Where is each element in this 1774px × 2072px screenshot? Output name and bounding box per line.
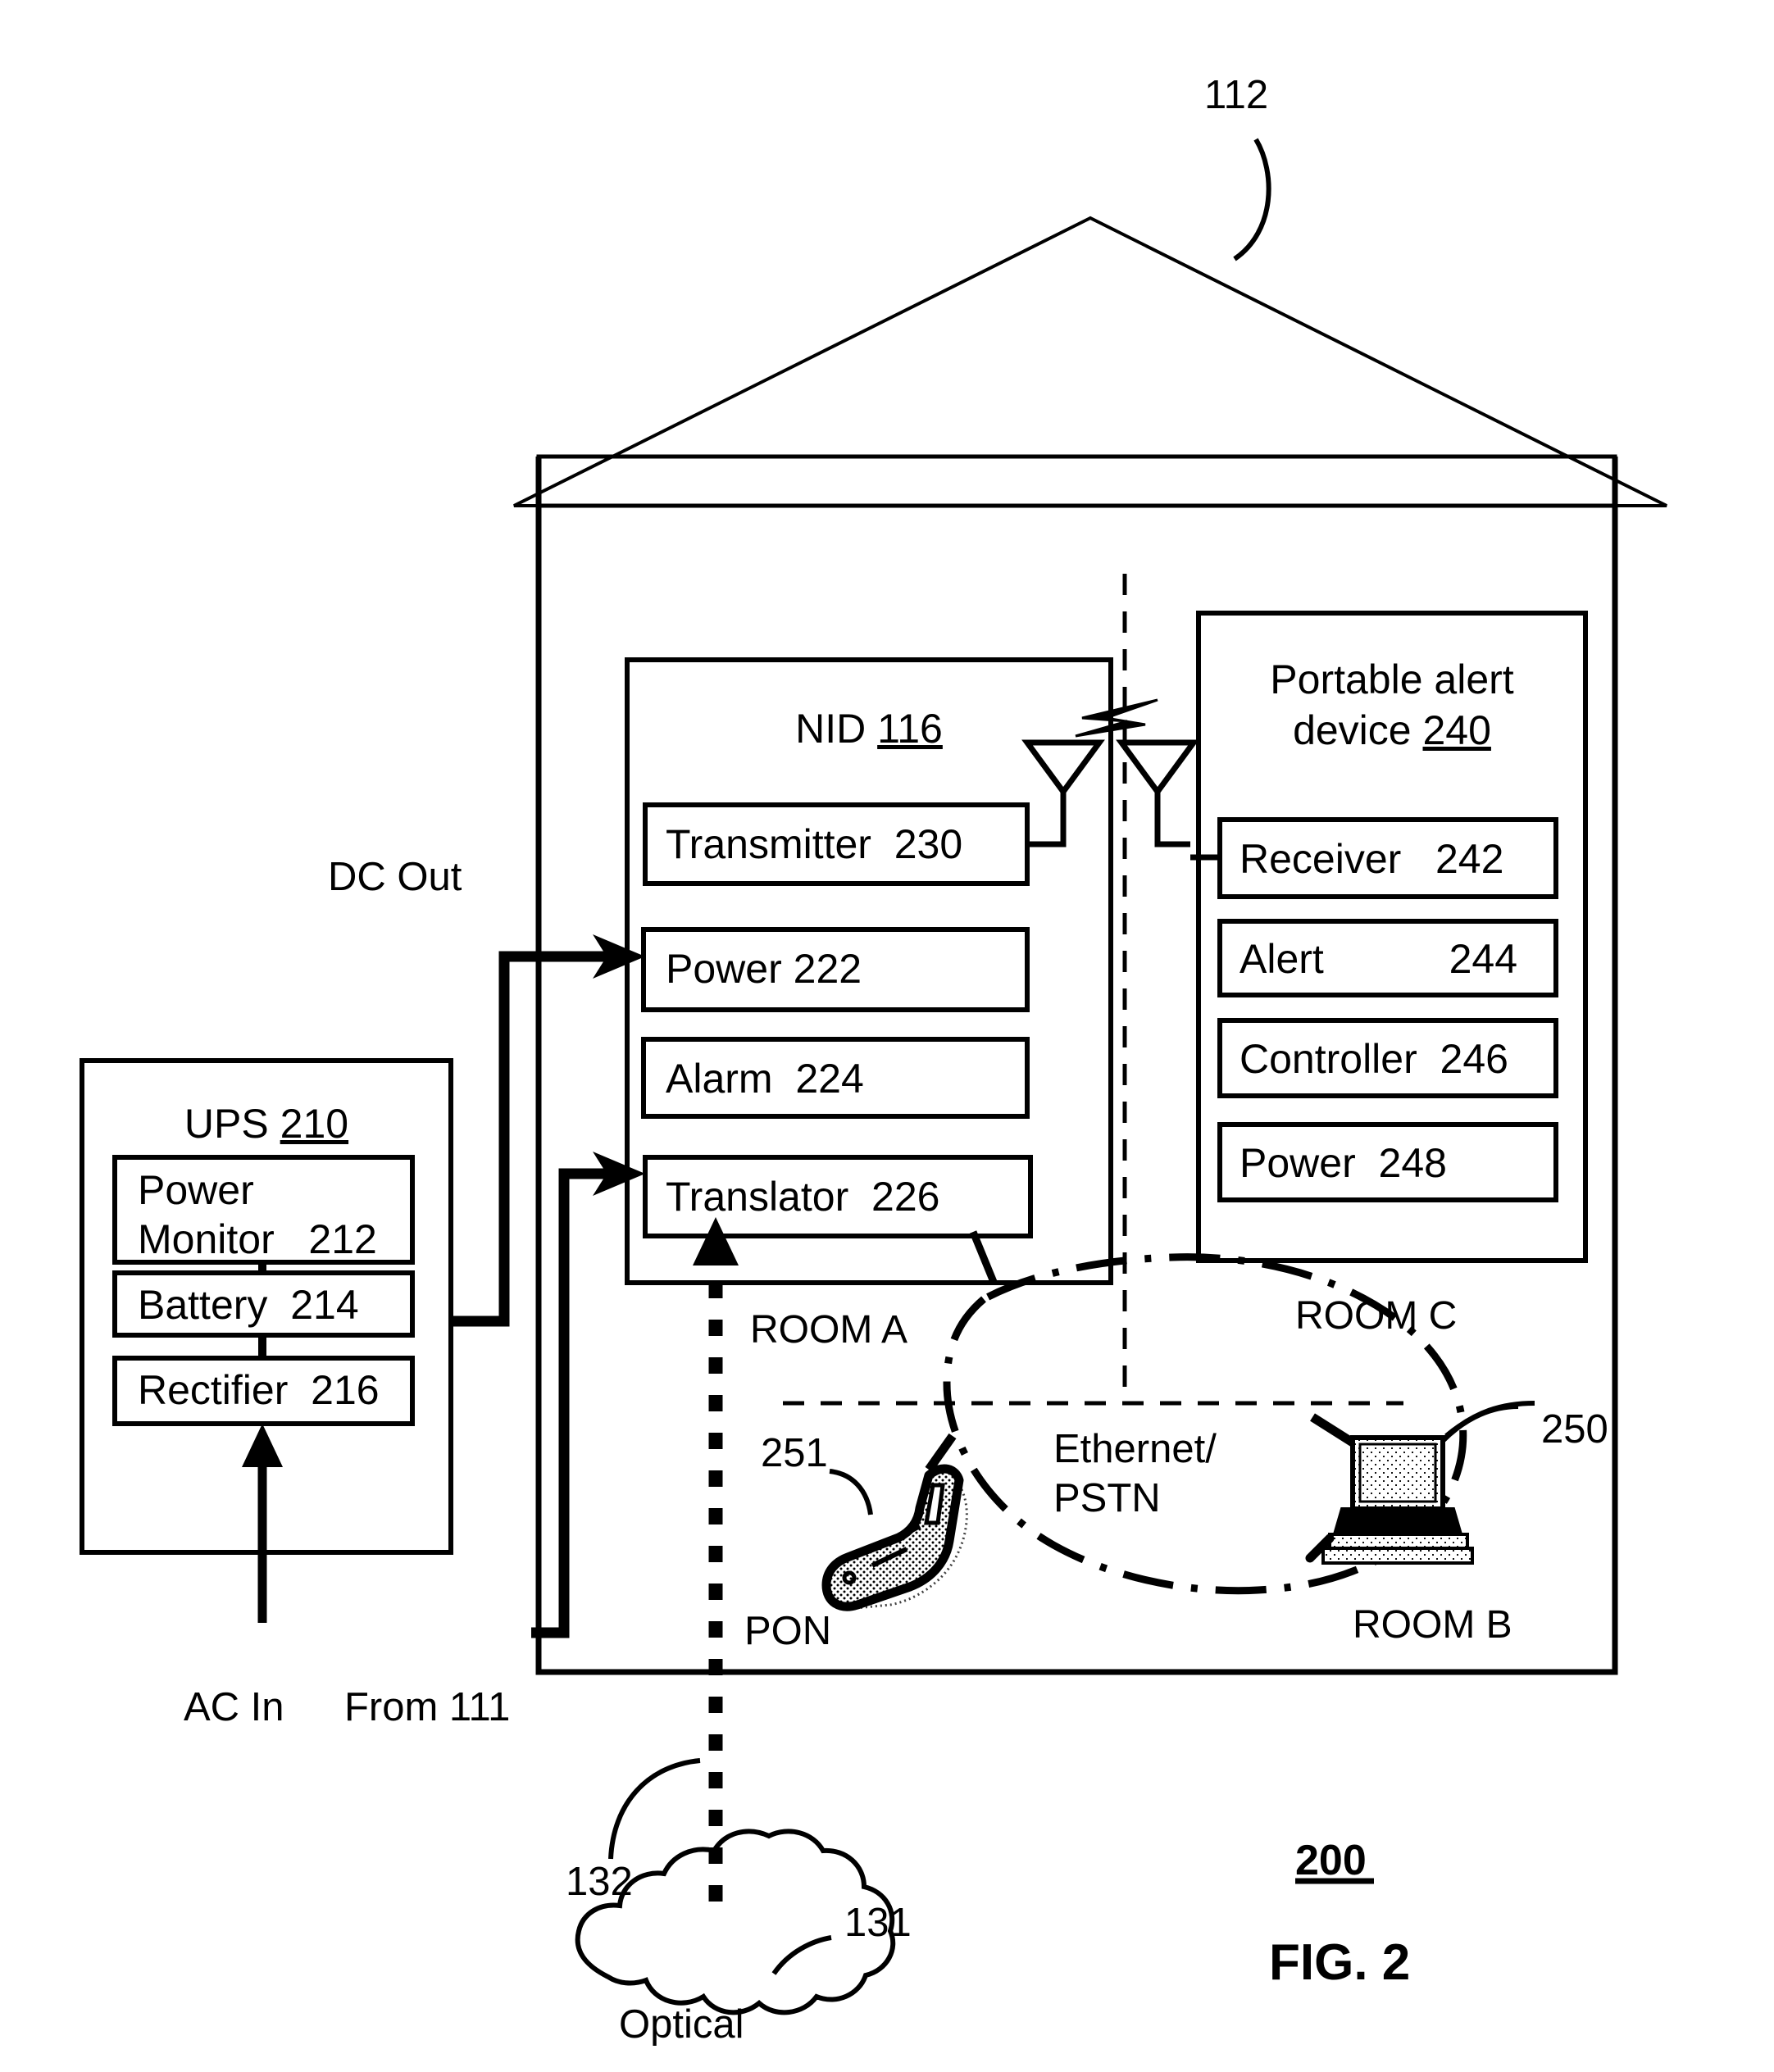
nid-block-power: Power 222 — [666, 945, 862, 993]
nid-block-translator-label: Translator — [666, 1174, 849, 1220]
ref-250: 250 — [1541, 1407, 1608, 1452]
ups-title-label: UPS — [184, 1101, 269, 1147]
ups-title-ref: 210 — [280, 1101, 349, 1147]
portable-block-power-ref: 248 — [1378, 1140, 1447, 1186]
nid-block-translator: Translator 226 — [666, 1173, 939, 1221]
ups-block-battery-label: Battery — [138, 1282, 268, 1328]
portable-block-power-label: Power — [1240, 1140, 1356, 1186]
nid-block-transmitter: Transmitter 230 — [666, 820, 962, 869]
ac-in-label: AC In — [184, 1685, 284, 1729]
ref-132: 132 — [566, 1860, 633, 1904]
portable-block-alert: Alert 244 — [1240, 935, 1517, 984]
nid-block-power-label: Power — [666, 946, 782, 992]
portable-device-title-line1: Portable alert — [1270, 657, 1514, 702]
ups-block-power-monitor-label2: Monitor — [138, 1216, 275, 1262]
portable-device-title-ref: 240 — [1422, 707, 1491, 753]
patent-figure-2: 112 NID 116 Transmitter 230 Power 222 Al… — [0, 0, 1774, 2072]
portable-block-alert-ref: 244 — [1449, 936, 1518, 982]
nid-title-label: NID — [795, 706, 867, 752]
network-label-line2: PSTN — [1053, 1476, 1161, 1520]
ups-block-power-monitor-line1: Power — [138, 1167, 254, 1213]
ups-block-power-monitor-line2: Monitor 212 — [138, 1215, 377, 1264]
portable-block-power: Power 248 — [1240, 1139, 1447, 1188]
pon-fiber-line — [693, 1217, 739, 1902]
pon-label: PON — [744, 1609, 832, 1653]
house-roof — [513, 216, 1667, 507]
portable-block-receiver-ref: 242 — [1435, 836, 1504, 882]
dc-out-wire — [451, 934, 645, 1327]
nid-block-alarm-ref: 224 — [795, 1056, 864, 1102]
portable-block-receiver-label: Receiver — [1240, 836, 1402, 882]
portable-antenna-icon — [1116, 739, 1199, 847]
dc-out-label: DC Out — [328, 855, 462, 899]
optical-cloud-label: Optical — [619, 2002, 744, 2047]
nid-block-alarm-label: Alarm — [666, 1056, 773, 1102]
portable-block-controller: Controller 246 — [1240, 1035, 1508, 1084]
nid-inner-blocks — [641, 802, 1033, 1238]
portable-block-controller-label: Controller — [1240, 1036, 1417, 1082]
leader-112 — [1233, 138, 1271, 261]
nid-block-transmitter-label: Transmitter — [666, 821, 871, 867]
portable-device-title-line2: device 240 — [1199, 707, 1585, 755]
portable-block-alert-label: Alert — [1240, 936, 1324, 982]
ups-block-battery: Battery 214 — [138, 1281, 359, 1329]
room-b-label: ROOM B — [1353, 1603, 1512, 1647]
portable-block-receiver: Receiver 242 — [1240, 835, 1503, 884]
ref-112: 112 — [1204, 73, 1269, 117]
network-label-line1: Ethernet/ — [1053, 1427, 1217, 1471]
nid-block-transmitter-ref: 230 — [894, 821, 963, 867]
portable-device-title-word: device — [1293, 707, 1412, 753]
ref-131: 131 — [844, 1901, 912, 1945]
figure-caption: FIG. 2 — [1269, 1934, 1411, 1991]
ref-251: 251 — [761, 1431, 828, 1475]
leader-132 — [608, 1758, 701, 1860]
ups-title: UPS 210 — [82, 1100, 451, 1148]
leader-131 — [771, 1935, 832, 1975]
mobile-phone-icon — [821, 1433, 968, 1611]
translator-to-network-leader — [969, 1230, 998, 1284]
from-111-label: From 111 — [344, 1685, 511, 1729]
nid-block-translator-ref: 226 — [871, 1174, 940, 1220]
leader-251 — [829, 1469, 873, 1515]
figure-number: 200 — [1295, 1837, 1367, 1884]
ups-block-rectifier-label: Rectifier — [138, 1367, 289, 1413]
ups-block-rectifier: Rectifier 216 — [138, 1366, 380, 1415]
room-c-label: ROOM C — [1295, 1294, 1458, 1338]
computer-icon — [1305, 1404, 1519, 1565]
room-a-label: ROOM A — [750, 1308, 908, 1352]
nid-block-alarm: Alarm 224 — [666, 1055, 864, 1103]
nid-title-ref: 116 — [877, 706, 943, 752]
nid-block-power-ref: 222 — [793, 946, 862, 992]
nid-antenna-icon — [1021, 739, 1105, 847]
nid-title: NID 116 — [627, 705, 1111, 753]
ups-block-battery-ref: 214 — [290, 1282, 359, 1328]
portable-block-controller-ref: 246 — [1440, 1036, 1508, 1082]
ups-block-power-monitor-ref: 212 — [308, 1216, 377, 1262]
ups-block-rectifier-ref: 216 — [311, 1367, 380, 1413]
ac-in-arrow — [242, 1424, 283, 1623]
